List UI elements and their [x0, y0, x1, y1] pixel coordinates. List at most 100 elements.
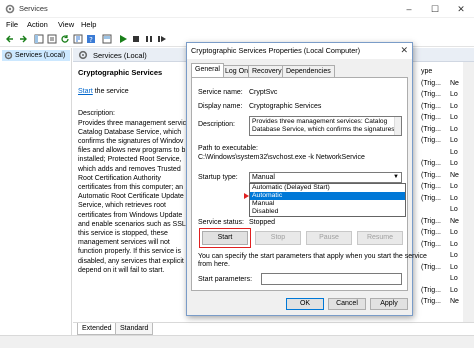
- pane-header-title: Services (Local): [93, 51, 147, 60]
- log-on-as-cell[interactable]: Lo: [450, 137, 458, 144]
- start-service-line: Start the service: [78, 87, 194, 96]
- selected-service-name: Cryptographic Services: [78, 68, 163, 77]
- service-status-value: Stopped: [249, 219, 276, 226]
- menu-help[interactable]: Help: [81, 20, 96, 29]
- export-list-icon[interactable]: [73, 34, 83, 44]
- menu-file[interactable]: File: [6, 20, 18, 29]
- show-hide-tree-icon[interactable]: [34, 34, 44, 44]
- log-on-as-cell[interactable]: Lo: [450, 195, 458, 202]
- start-service-link[interactable]: Start: [78, 88, 93, 95]
- close-button[interactable]: ✕: [448, 0, 474, 18]
- startup-type-cell[interactable]: (Trig...: [421, 137, 441, 144]
- start-service-icon[interactable]: [118, 34, 128, 44]
- startup-type-cell[interactable]: (Trig...: [421, 172, 441, 179]
- log-on-as-cell[interactable]: Ne: [450, 172, 459, 179]
- startup-type-cell[interactable]: (Trig...: [421, 298, 441, 305]
- log-on-as-cell[interactable]: Lo: [450, 114, 458, 121]
- forward-icon[interactable]: [18, 34, 28, 44]
- log-on-as-cell[interactable]: Ne: [450, 218, 459, 225]
- tab-dependencies[interactable]: Dependencies: [282, 65, 335, 77]
- startup-type-label: Startup type:: [198, 174, 238, 181]
- startup-type-cell[interactable]: (Trig...: [421, 218, 441, 225]
- back-icon[interactable]: [5, 34, 15, 44]
- log-on-as-cell[interactable]: Lo: [450, 160, 458, 167]
- stop-button[interactable]: Stop: [255, 231, 301, 245]
- startup-type-cell[interactable]: (Trig...: [421, 183, 441, 190]
- pause-button[interactable]: Pause: [306, 231, 352, 245]
- description-scrollbar[interactable]: [394, 117, 401, 135]
- view-icon[interactable]: [102, 34, 112, 44]
- properties-icon[interactable]: [47, 34, 57, 44]
- startup-type-select[interactable]: Manual ▼: [249, 172, 402, 183]
- log-on-as-cell[interactable]: Lo: [450, 241, 458, 248]
- startup-type-cell[interactable]: (Trig...: [421, 241, 441, 248]
- startup-type-cell[interactable]: (Trig...: [421, 160, 441, 167]
- startup-type-cell[interactable]: (Trig...: [421, 126, 441, 133]
- description-box[interactable]: Provides three management services: Cata…: [249, 116, 402, 136]
- annotation-highlight: [199, 228, 251, 248]
- tree-node-services-local[interactable]: Services (Local): [2, 50, 70, 61]
- log-on-as-cell[interactable]: Lo: [450, 206, 458, 213]
- minimize-button[interactable]: –: [396, 0, 422, 18]
- description-line: certificates from Windows Update: [78, 211, 183, 219]
- log-on-as-cell[interactable]: Lo: [450, 287, 458, 294]
- description-line-2: Database Service, which confirms the sig…: [252, 126, 402, 133]
- apply-button[interactable]: Apply: [370, 298, 408, 310]
- refresh-icon[interactable]: [60, 34, 70, 44]
- start-params-input[interactable]: [261, 273, 402, 285]
- log-on-as-cell[interactable]: Ne: [450, 80, 459, 87]
- startup-type-cell[interactable]: (Trig...: [421, 229, 441, 236]
- description-line: Catalog Database Service, which: [78, 128, 182, 136]
- help-icon[interactable]: ?: [86, 34, 96, 44]
- tab-standard[interactable]: Standard: [115, 323, 154, 335]
- log-on-as-cell[interactable]: Lo: [450, 126, 458, 133]
- maximize-button[interactable]: ☐: [422, 0, 448, 18]
- description-line: confirms the signatures of Windov: [78, 138, 184, 146]
- console-tree: Services (Local): [0, 48, 72, 335]
- general-tab-panel: Service name: CryptSvc Display name: Cry…: [191, 77, 427, 291]
- startup-type-cell[interactable]: (Trig...: [421, 114, 441, 121]
- startup-type-cell[interactable]: ype: [421, 68, 432, 75]
- tab-extended[interactable]: Extended: [77, 323, 117, 335]
- startup-type-cell[interactable]: (Trig...: [421, 91, 441, 98]
- gear-icon: [4, 51, 13, 60]
- log-on-as-cell[interactable]: Lo: [450, 91, 458, 98]
- dialog-close-button[interactable]: ✕: [400, 45, 408, 56]
- startup-type-cell[interactable]: (Trig...: [421, 195, 441, 202]
- extended-description: Cryptographic Services Start the service…: [78, 68, 194, 275]
- log-on-as-cell[interactable]: Lo: [450, 149, 458, 156]
- log-on-as-cell[interactable]: Lo: [450, 183, 458, 190]
- description-line: management services will not: [78, 239, 170, 247]
- properties-dialog: Cryptographic Services Properties (Local…: [186, 42, 427, 316]
- description-line: Provides three management servic: [78, 119, 187, 127]
- menu-view[interactable]: View: [58, 20, 74, 29]
- description-line: installed; Protected Root Service,: [78, 156, 182, 164]
- cancel-button[interactable]: Cancel: [328, 298, 366, 310]
- vertical-scrollbar[interactable]: [463, 62, 474, 324]
- status-bar: [0, 335, 474, 348]
- stop-service-icon[interactable]: [131, 34, 141, 44]
- startup-type-cell[interactable]: (Trig...: [421, 80, 441, 87]
- startup-option[interactable]: Automatic (Delayed Start): [250, 184, 405, 192]
- description-line: Automatic Root Certificate Update: [78, 193, 184, 201]
- tab-general[interactable]: General: [191, 63, 224, 77]
- chevron-down-icon[interactable]: ▼: [393, 173, 399, 182]
- startup-type-cell[interactable]: (Trig...: [421, 264, 441, 271]
- log-on-as-cell[interactable]: Ne: [450, 298, 459, 305]
- log-on-as-cell[interactable]: Lo: [450, 252, 458, 259]
- log-on-as-cell[interactable]: Lo: [450, 264, 458, 271]
- startup-type-cell[interactable]: (Trig...: [421, 287, 441, 294]
- log-on-as-cell[interactable]: Lo: [450, 275, 458, 282]
- startup-type-cell[interactable]: (Trig...: [421, 103, 441, 110]
- menu-action[interactable]: Action: [27, 20, 48, 29]
- startup-option[interactable]: Manual: [250, 200, 405, 208]
- restart-service-icon[interactable]: [157, 34, 167, 44]
- pause-service-icon[interactable]: [144, 34, 154, 44]
- startup-option[interactable]: Automatic: [250, 192, 405, 200]
- ok-button[interactable]: OK: [286, 298, 324, 310]
- startup-option[interactable]: Disabled: [250, 208, 405, 216]
- resume-button[interactable]: Resume: [357, 231, 403, 245]
- tab-recovery[interactable]: Recovery: [248, 65, 286, 77]
- log-on-as-cell[interactable]: Lo: [450, 103, 458, 110]
- log-on-as-cell[interactable]: Lo: [450, 229, 458, 236]
